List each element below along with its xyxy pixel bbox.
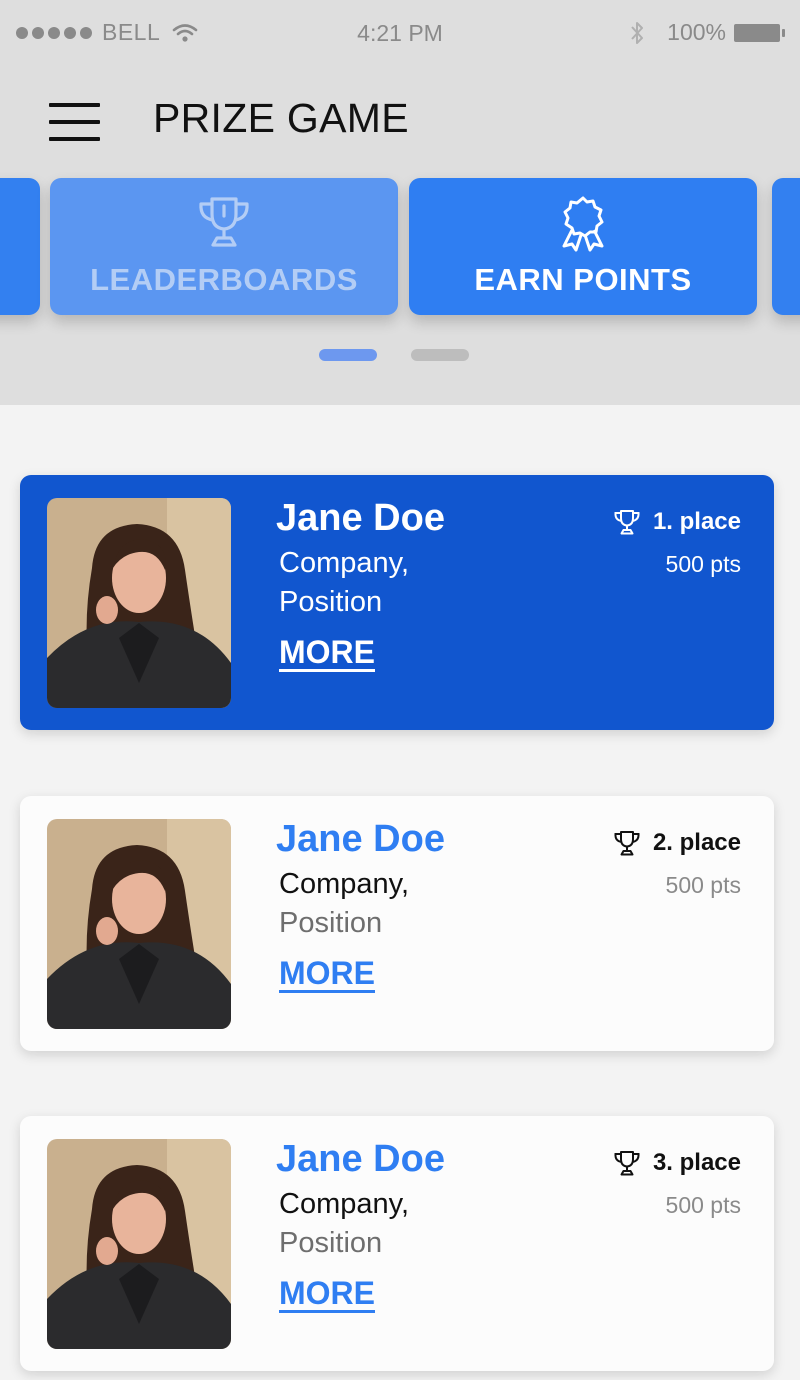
- avatar: [47, 819, 231, 1029]
- points-value: 500 pts: [665, 1192, 741, 1218]
- place-label: 1. place: [652, 508, 741, 535]
- status-bar: BELL 4:21 PM 100%: [0, 0, 800, 66]
- pager-dot-active[interactable]: [319, 349, 377, 361]
- trophy-icon: [614, 510, 640, 535]
- place-label: 3. place: [652, 1149, 741, 1176]
- pager-dot[interactable]: [411, 349, 469, 361]
- tile-leaderboards[interactable]: LEADERBOARDS: [50, 178, 398, 315]
- trophy-icon: [199, 197, 249, 247]
- leaderboard-card[interactable]: Jane Doe Company, Position MORE 1. place…: [20, 475, 774, 730]
- tile-leaderboards-label: LEADERBOARDS: [90, 262, 358, 297]
- page-title: PRIZE GAME: [153, 95, 409, 141]
- player-company: Company,: [279, 868, 410, 900]
- avatar-photo: [47, 819, 231, 1029]
- avatar-photo: [47, 498, 231, 708]
- trophy-icon: [614, 831, 640, 856]
- points-value: 500 pts: [665, 872, 741, 898]
- player-company: Company,: [279, 547, 410, 579]
- carousel-tile-next[interactable]: [772, 178, 800, 315]
- avatar: [47, 1139, 231, 1349]
- carousel-tile-previous[interactable]: [0, 178, 40, 315]
- top-panel: BELL 4:21 PM 100% PRIZE GAME LEADERBOARD…: [0, 0, 800, 405]
- more-link[interactable]: MORE: [279, 955, 375, 992]
- more-link[interactable]: MORE: [279, 634, 375, 671]
- leaderboard-card[interactable]: Jane Doe Company, Position MORE 3. place…: [20, 1116, 774, 1371]
- place-badge: 1. place: [613, 508, 741, 536]
- award-ribbon-icon: [562, 196, 604, 252]
- tile-earn-points-label: EARN POINTS: [474, 262, 692, 297]
- player-name: Jane Doe: [276, 818, 445, 860]
- trophy-icon: [614, 1151, 640, 1176]
- points-value: 500 pts: [665, 551, 741, 577]
- status-right: 100%: [629, 19, 785, 46]
- player-company: Company,: [279, 1188, 410, 1220]
- battery-percent: 100%: [667, 19, 726, 45]
- bluetooth-icon: [631, 21, 644, 44]
- more-link[interactable]: MORE: [279, 1275, 375, 1312]
- player-position: Position: [279, 1227, 383, 1259]
- tile-earn-points[interactable]: EARN POINTS: [409, 178, 757, 315]
- player-name: Jane Doe: [276, 497, 445, 539]
- player-position: Position: [279, 586, 383, 618]
- player-name: Jane Doe: [276, 1138, 445, 1180]
- avatar: [47, 498, 231, 708]
- battery-icon: [734, 23, 785, 42]
- player-position: Position: [279, 907, 383, 939]
- hamburger-menu-icon[interactable]: [49, 103, 100, 141]
- place-label: 2. place: [652, 829, 741, 856]
- place-badge: 3. place: [613, 1149, 741, 1177]
- leaderboard-card[interactable]: Jane Doe Company, Position MORE 2. place…: [20, 796, 774, 1051]
- place-badge: 2. place: [613, 829, 741, 857]
- avatar-photo: [47, 1139, 231, 1349]
